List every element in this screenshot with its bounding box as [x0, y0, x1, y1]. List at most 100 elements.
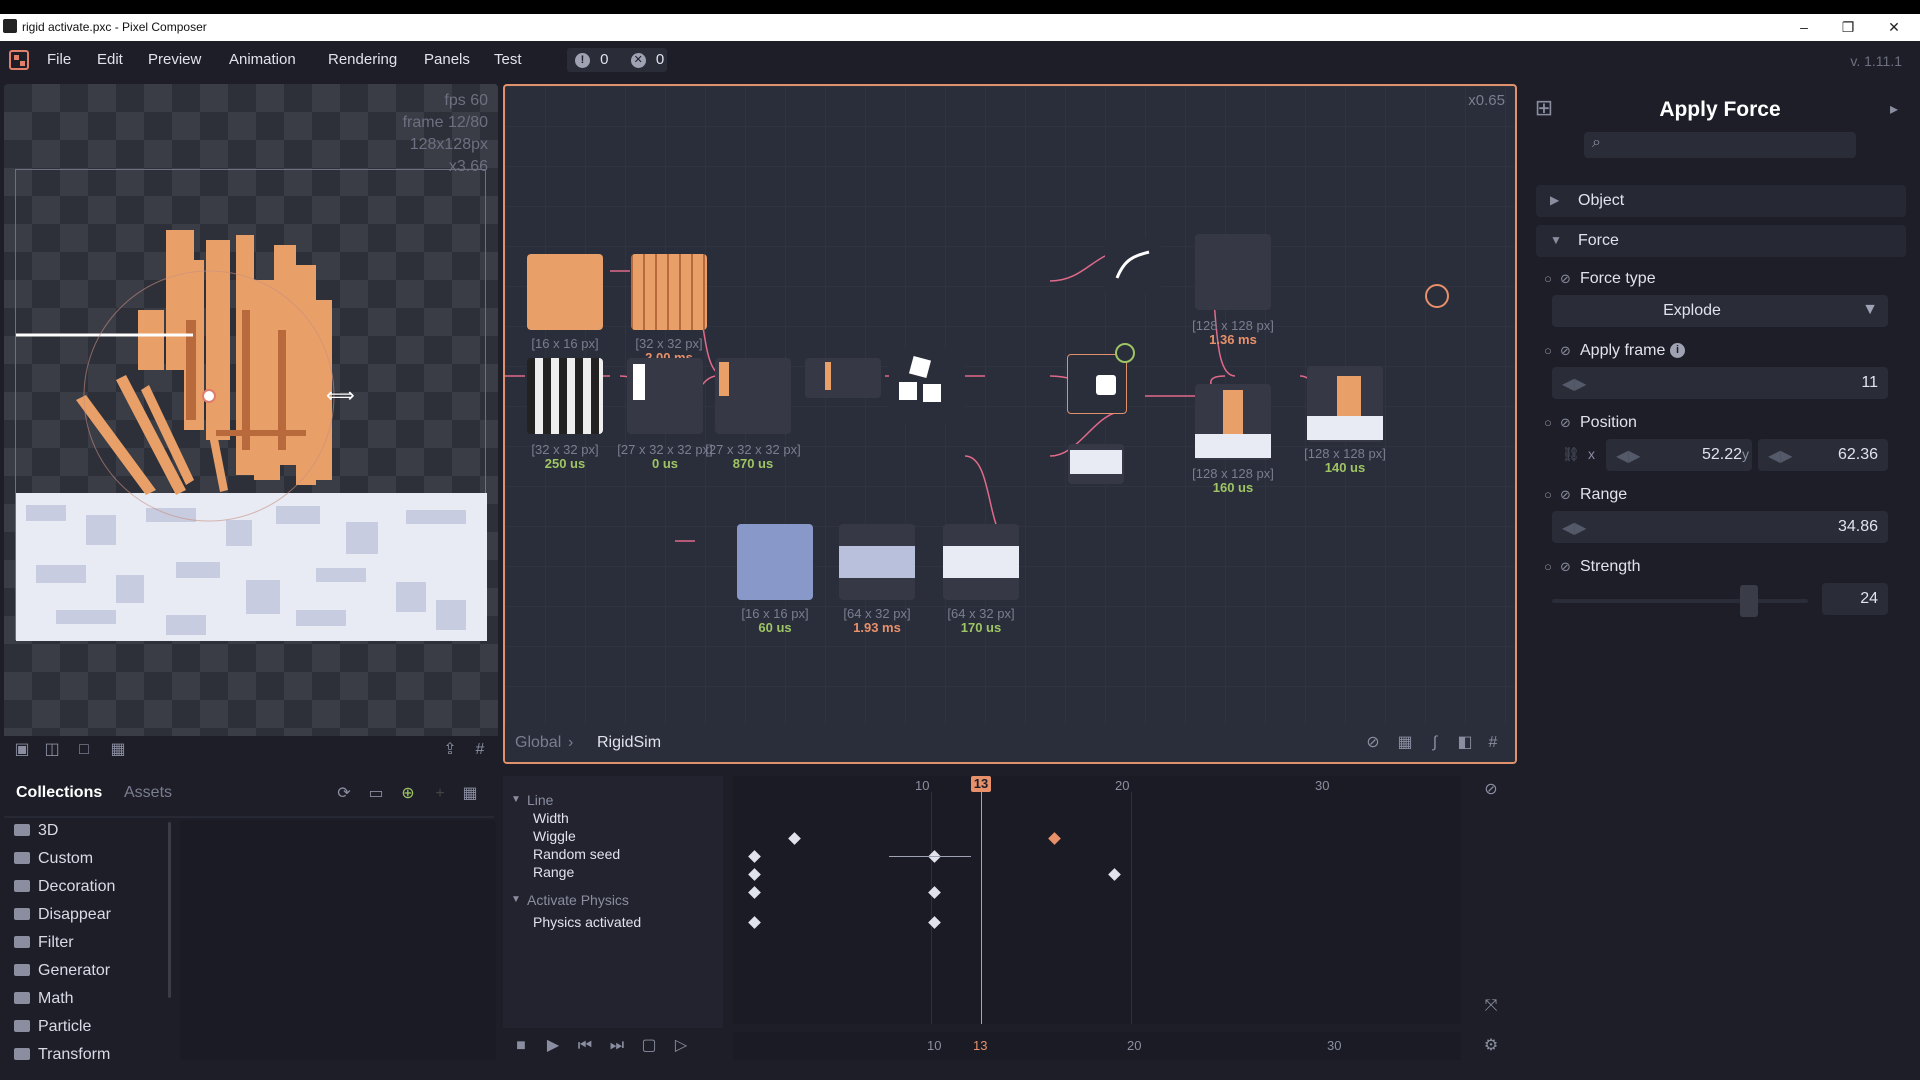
node-curve[interactable]	[1105, 238, 1161, 294]
force-type-dropdown[interactable]: Explode ▼	[1552, 295, 1888, 327]
close-button[interactable]: ✕	[1874, 16, 1914, 38]
menu-test[interactable]: Test	[494, 51, 522, 68]
node-plank-texture[interactable]	[631, 254, 707, 330]
inspector-collapse-icon[interactable]: ▸	[1884, 100, 1904, 120]
animate-toggle-icon[interactable]: ○	[1544, 271, 1552, 286]
node-tile-color[interactable]	[943, 524, 1019, 600]
node-noise-texture[interactable]	[527, 358, 603, 434]
timeline-keyframe-area[interactable]	[733, 776, 1461, 1024]
refresh-icon[interactable]: ⟳	[334, 784, 354, 804]
animate-toggle-icon[interactable]: ○	[1544, 415, 1552, 430]
breadcrumb-global[interactable]: Global	[515, 734, 561, 752]
track-physics-activated[interactable]: Physics activated	[533, 914, 641, 930]
folder-generator[interactable]: Generator	[14, 962, 110, 980]
node-rigid-object[interactable]	[889, 348, 965, 424]
timeline-link-icon[interactable]: ⊘	[1481, 780, 1501, 800]
tab-collections[interactable]: Collections	[16, 784, 102, 802]
track-wiggle[interactable]: Wiggle	[533, 828, 576, 844]
tab-assets[interactable]: Assets	[124, 784, 172, 802]
menu-panels[interactable]: Panels	[424, 51, 470, 68]
record-icon[interactable]: ▢	[639, 1036, 659, 1056]
notification-counter[interactable]: ! 0 ✕ 0	[567, 48, 667, 72]
link-axes-icon[interactable]: ⛓	[1562, 446, 1580, 463]
folder-3d[interactable]: 3D	[14, 822, 58, 840]
grid-snap-icon[interactable]: ▦	[1395, 733, 1415, 753]
add-folder-icon[interactable]: ⊕	[398, 784, 418, 804]
export-icon[interactable]: ⇪	[440, 740, 460, 760]
group-activate-physics-label[interactable]: Activate Physics	[527, 892, 629, 908]
info-icon[interactable]: i	[1670, 343, 1685, 358]
curve-mode-icon[interactable]: ∫	[1425, 733, 1445, 753]
current-frame-marker[interactable]: 13	[971, 776, 991, 792]
minimap-icon[interactable]: ◧	[1455, 733, 1475, 753]
unlink-icon[interactable]: ⊘	[1560, 271, 1571, 287]
node-ground-texture[interactable]	[1068, 444, 1124, 484]
folder-math[interactable]: Math	[14, 990, 74, 1008]
position-x-input[interactable]: ◀▶ 52.22	[1606, 439, 1752, 471]
strength-slider-knob[interactable]	[1740, 585, 1759, 617]
timeline-settings-icon[interactable]: ⚙	[1481, 1036, 1501, 1056]
loop-icon[interactable]: ▷	[671, 1036, 691, 1056]
chevron-down-icon[interactable]: ▼	[511, 794, 521, 805]
chevron-down-icon[interactable]: ▼	[511, 894, 521, 905]
grid-view-icon[interactable]: ▦	[460, 784, 480, 804]
node-graph-panel[interactable]: x0.65 [16 x 16 px] [32 x 32 px] 2.00 ms …	[503, 84, 1517, 764]
grid-icon[interactable]: #	[1483, 733, 1503, 753]
track-random-seed[interactable]: Random seed	[533, 846, 620, 862]
minimize-button[interactable]: –	[1784, 16, 1824, 38]
node-apply-force-selected[interactable]	[1067, 354, 1127, 414]
animate-toggle-icon[interactable]: ○	[1544, 343, 1552, 358]
animate-toggle-icon[interactable]: ○	[1544, 559, 1552, 574]
node-tile-texture[interactable]	[737, 524, 813, 600]
menu-file[interactable]: File	[47, 51, 71, 68]
split-view-icon[interactable]: ◫	[42, 740, 62, 760]
menu-preview[interactable]: Preview	[148, 51, 201, 68]
frame-icon[interactable]: □	[74, 740, 94, 760]
node-array[interactable]	[627, 358, 703, 434]
folder-filter[interactable]: Filter	[14, 934, 74, 952]
skip-start-icon[interactable]: ⏮	[575, 1036, 595, 1056]
grid-icon[interactable]: #	[470, 740, 490, 760]
node-final-output[interactable]	[1307, 366, 1383, 442]
folder-decoration[interactable]: Decoration	[14, 878, 115, 896]
track-range[interactable]: Range	[533, 864, 574, 880]
position-y-input[interactable]: ◀▶ 62.36	[1758, 439, 1888, 471]
folder-open-icon[interactable]: ▭	[366, 784, 386, 804]
unlink-icon[interactable]: ⊘	[1560, 487, 1571, 503]
pixel-composer-logo-icon[interactable]	[9, 50, 29, 70]
stop-icon[interactable]: ■	[511, 1036, 531, 1056]
section-object[interactable]: ▶ Object	[1536, 185, 1906, 217]
link-icon[interactable]: ⊘	[1363, 733, 1383, 753]
unlink-icon[interactable]: ⊘	[1560, 415, 1571, 431]
node-output-frame[interactable]	[1195, 234, 1271, 310]
node-tile-repeat[interactable]	[839, 524, 915, 600]
node-wood-texture[interactable]	[527, 254, 603, 330]
range-input[interactable]: ◀▶ 34.86	[1552, 511, 1888, 543]
preview-panel[interactable]: ⟺ fps 60 frame 12/80 128x128px x3.66	[4, 84, 498, 744]
folder-custom[interactable]: Custom	[14, 850, 93, 868]
animate-toggle-icon[interactable]: ○	[1544, 487, 1552, 502]
node-array-process[interactable]	[715, 358, 791, 434]
node-rigid-render[interactable]	[1195, 384, 1271, 460]
menu-rendering[interactable]: Rendering	[328, 51, 397, 68]
timeline-fit-icon[interactable]: ⤧	[1481, 996, 1501, 1016]
track-width[interactable]: Width	[533, 810, 569, 826]
add-icon[interactable]: +	[430, 784, 450, 804]
unlink-icon[interactable]: ⊘	[1560, 343, 1571, 359]
folder-disappear[interactable]: Disappear	[14, 906, 111, 924]
skip-end-icon[interactable]: ⏭	[607, 1036, 627, 1056]
menu-edit[interactable]: Edit	[97, 51, 123, 68]
play-icon[interactable]: ▶	[543, 1036, 563, 1056]
inspector-search-input[interactable]: ⌕	[1584, 132, 1856, 158]
preview-channel-icon[interactable]: ▣	[12, 740, 32, 760]
strength-input[interactable]: 24	[1822, 583, 1888, 615]
render-icon[interactable]	[1115, 343, 1135, 363]
collections-scrollbar[interactable]	[168, 822, 171, 998]
timeline-scrubber[interactable]	[733, 1032, 1461, 1060]
playhead-line[interactable]	[981, 792, 982, 1024]
menu-animation[interactable]: Animation	[229, 51, 296, 68]
apply-frame-input[interactable]: ◀▶ 11	[1552, 367, 1888, 399]
folder-particle[interactable]: Particle	[14, 1018, 91, 1036]
maximize-button[interactable]: ❐	[1828, 16, 1868, 38]
unlink-icon[interactable]: ⊘	[1560, 559, 1571, 575]
